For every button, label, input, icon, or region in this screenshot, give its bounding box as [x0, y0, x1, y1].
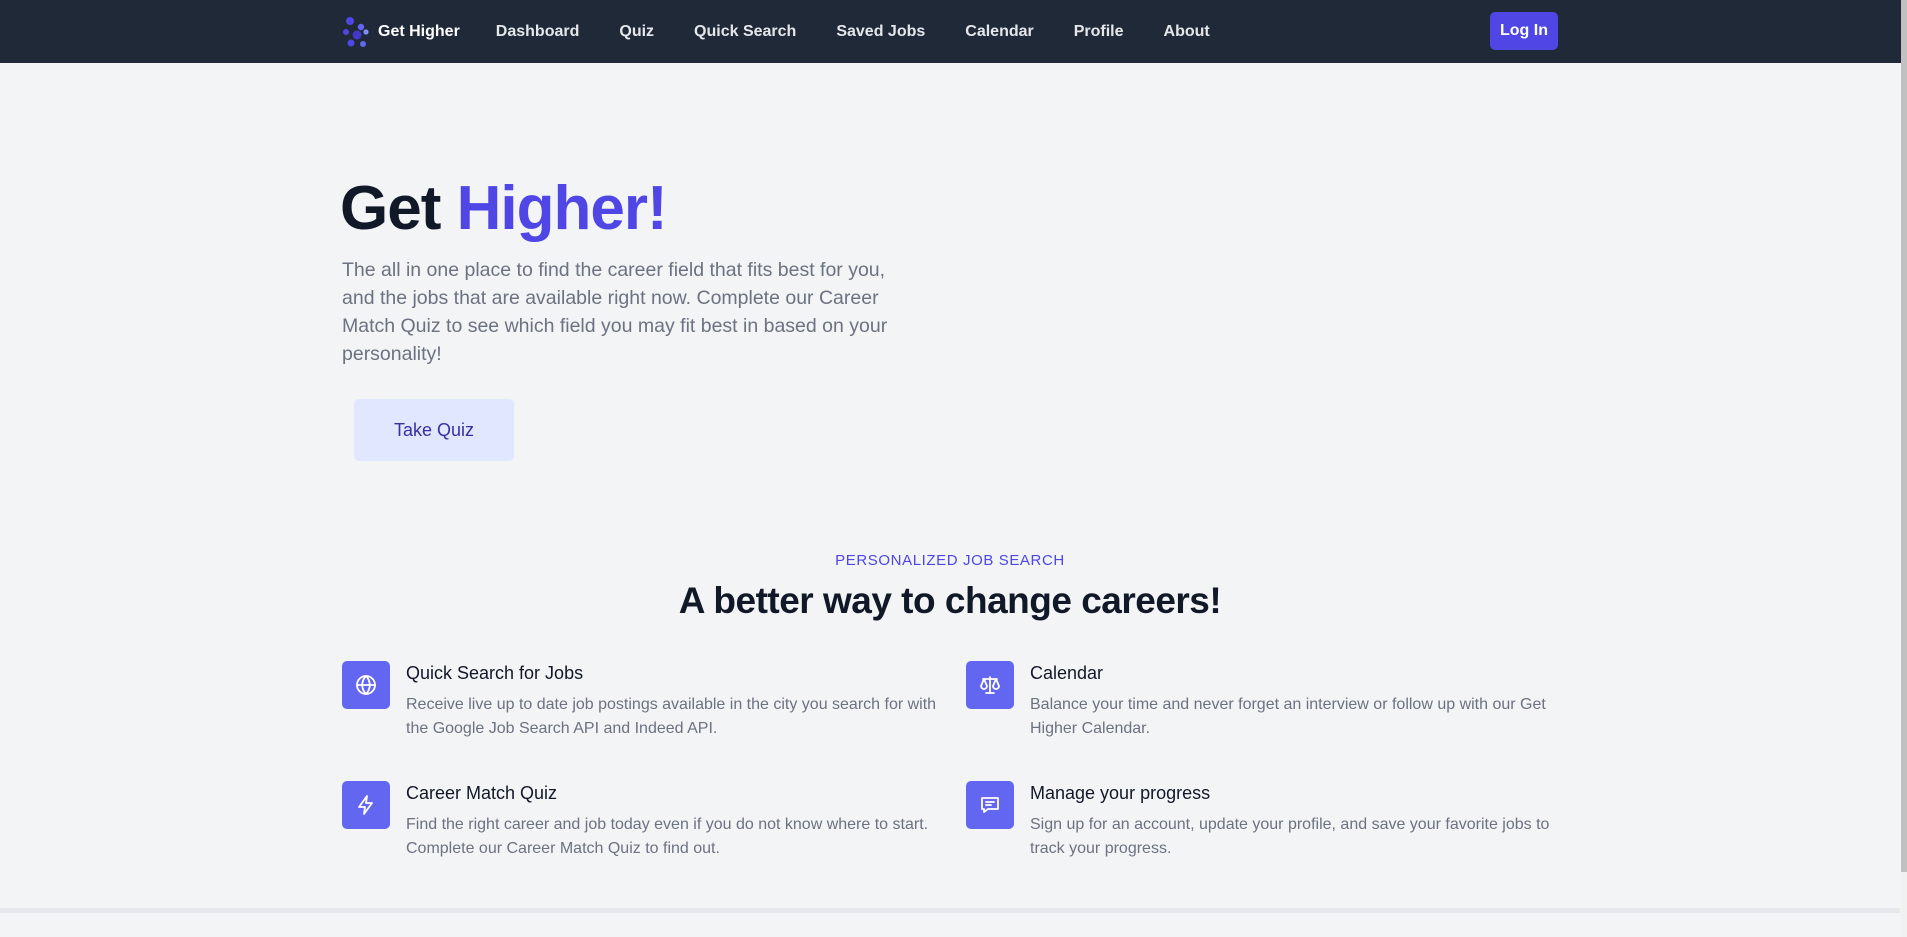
section-eyebrow: PERSONALIZED JOB SEARCH — [835, 552, 1065, 569]
take-quiz-button[interactable]: Take Quiz — [354, 399, 514, 461]
nav-inner: Get Higher Dashboard Quiz Quick Search S… — [342, 0, 1250, 63]
logo-icon — [343, 16, 369, 47]
feature-title: Career Match Quiz — [406, 783, 558, 803]
feature-description: Balance your time and never forget an in… — [1030, 696, 1546, 737]
lightning-bolt-icon — [342, 781, 390, 829]
nav-link-profile[interactable]: Profile — [1074, 23, 1124, 41]
hero-title: Get Higher! — [340, 170, 668, 248]
top-navbar: Get Higher Dashboard Quiz Quick Search S… — [0, 0, 1907, 63]
scale-icon — [966, 661, 1014, 709]
feature-title: Manage your progress — [1030, 783, 1211, 803]
brand-link[interactable]: Get Higher — [342, 16, 460, 48]
chat-annotation-icon — [966, 781, 1014, 829]
brand-name: Get Higher — [378, 22, 460, 40]
feature-description: Find the right career and job today even… — [406, 816, 929, 857]
section-title: A better way to change careers! — [678, 580, 1222, 621]
hero-title-accent: Higher! — [456, 174, 668, 243]
feature-description: Sign up for an account, update your prof… — [1030, 816, 1550, 857]
nav-link-dashboard[interactable]: Dashboard — [496, 23, 580, 41]
scrollbar-thumb[interactable] — [1901, 0, 1907, 872]
nav-link-about[interactable]: About — [1164, 23, 1210, 41]
nav-link-quiz[interactable]: Quiz — [619, 23, 654, 41]
footer-edge — [0, 908, 1900, 937]
feature-title: Quick Search for Jobs — [406, 663, 584, 683]
feature-title: Calendar — [1030, 663, 1104, 683]
globe-icon — [342, 661, 390, 709]
nav-link-quick-search[interactable]: Quick Search — [694, 23, 796, 41]
hero-title-part1: Get — [340, 174, 441, 243]
feature-description: Receive live up to date job postings ava… — [406, 696, 937, 737]
nav-link-calendar[interactable]: Calendar — [965, 23, 1033, 41]
hero-description: The all in one place to find the career … — [342, 259, 888, 365]
login-button[interactable]: Log In — [1490, 12, 1558, 50]
nav-link-saved-jobs[interactable]: Saved Jobs — [836, 23, 925, 41]
